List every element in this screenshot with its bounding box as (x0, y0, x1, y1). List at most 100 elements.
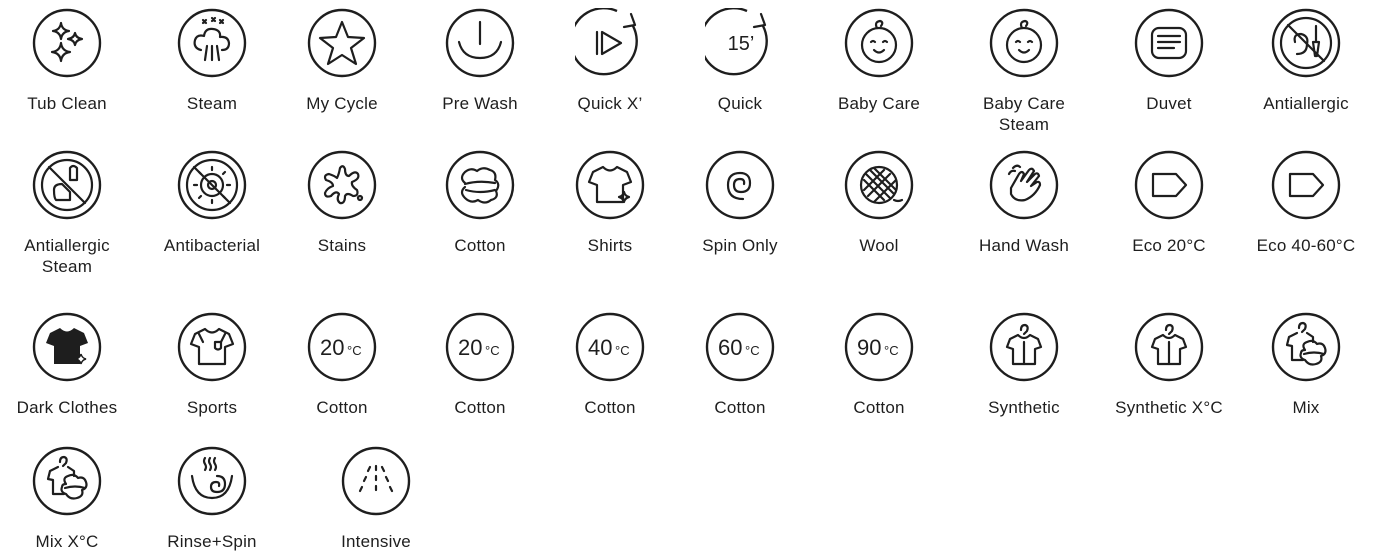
hand-wash-icon (989, 150, 1059, 220)
mix-icon (1271, 312, 1341, 382)
cotton-icon (445, 150, 515, 220)
program-label: My Cycle (306, 94, 378, 113)
program-label: Mix (1292, 398, 1320, 417)
program-label: Antibacterial (163, 236, 261, 255)
program-label: Spin Only (702, 236, 778, 255)
program-label: Tub Clean (27, 94, 107, 113)
cotton-20-icon: 20 °C (445, 312, 515, 382)
spin-only-icon (705, 150, 775, 220)
baby-care-icon (844, 8, 914, 78)
quick-x-icon (575, 8, 638, 76)
program-label: Dark Clothes (16, 398, 118, 417)
program-label: Shirts (587, 236, 633, 255)
svg-text:°C: °C (884, 343, 899, 358)
program-label: Cotton (316, 398, 368, 417)
program-label: Steam (186, 94, 238, 113)
program-baby-care-steam: Baby Care Steam (962, 8, 1086, 135)
program-label: Cotton (454, 398, 506, 417)
program-cotton-20-b: 20 °C Cotton (418, 312, 542, 418)
wash-program-icon-grid: Tub Clean Steam My Cycle Pre Wash Quick … (0, 0, 1379, 560)
program-cotton-20-a: 20 °C Cotton (280, 312, 404, 418)
program-baby-care: Baby Care (817, 8, 941, 114)
baby-care-steam-icon (989, 8, 1059, 78)
program-synthetic-x: Synthetic X°C (1107, 312, 1231, 418)
dark-clothes-icon (32, 312, 102, 382)
program-label: Antiallergic Steam (24, 236, 110, 276)
program-mix: Mix (1244, 312, 1368, 418)
program-steam: Steam (150, 8, 274, 114)
svg-text:20: 20 (320, 335, 344, 360)
steam-icon (177, 8, 247, 78)
program-label: Cotton (454, 236, 506, 255)
program-label: Cotton (853, 398, 905, 417)
program-label: Baby Care (837, 94, 921, 113)
program-label: Pre Wash (442, 94, 518, 113)
program-label: Synthetic (988, 398, 1060, 417)
mix-x-icon (32, 446, 102, 516)
svg-text:15’: 15’ (728, 33, 755, 55)
cotton-90-icon: 90 °C (844, 312, 914, 382)
program-sports: Sports (150, 312, 274, 418)
eco-40-60-icon (1271, 150, 1341, 220)
synthetic-icon (989, 312, 1059, 382)
intensive-icon (341, 446, 411, 516)
eco-20-icon (1134, 150, 1204, 220)
program-label: Hand Wash (979, 236, 1069, 255)
program-quick-x: Quick X’ (548, 8, 672, 114)
program-label: Duvet (1146, 94, 1192, 113)
program-shirts: Shirts (548, 150, 672, 256)
program-dark-clothes: Dark Clothes (5, 312, 129, 418)
synthetic-x-icon (1134, 312, 1204, 382)
duvet-icon (1134, 8, 1204, 78)
shirts-icon (575, 150, 645, 220)
my-cycle-icon (307, 8, 377, 78)
program-label: Cotton (714, 398, 766, 417)
antiallergic-steam-icon (32, 150, 102, 220)
program-my-cycle: My Cycle (280, 8, 404, 114)
program-wool: Wool (817, 150, 941, 256)
program-label: Stains (317, 236, 367, 255)
program-label: Mix X°C (35, 532, 99, 551)
svg-text:°C: °C (485, 343, 500, 358)
program-label: Eco 40-60°C (1256, 236, 1356, 255)
program-label: Rinse+Spin (167, 532, 257, 551)
program-label: Cotton (584, 398, 636, 417)
program-antibacterial: Antibacterial (150, 150, 274, 256)
program-antiallergic: Antiallergic (1244, 8, 1368, 114)
pre-wash-icon (445, 8, 515, 78)
program-antiallergic-steam: Antiallergic Steam (5, 150, 129, 277)
antiallergic-icon (1271, 8, 1341, 78)
program-quick: 15’ Quick (678, 8, 802, 114)
wool-icon (844, 150, 914, 220)
tub-clean-icon (32, 8, 102, 78)
program-stains: Stains (280, 150, 404, 256)
program-tub-clean: Tub Clean (5, 8, 129, 114)
svg-text:40: 40 (588, 335, 612, 360)
quick-15-icon: 15’ (705, 8, 768, 76)
cotton-40-icon: 40 °C (575, 312, 645, 382)
program-cotton: Cotton (418, 150, 542, 256)
program-label: Quick (717, 94, 763, 113)
program-eco-20: Eco 20°C (1107, 150, 1231, 256)
program-intensive: Intensive (314, 446, 438, 552)
program-label: Wool (859, 236, 899, 255)
program-duvet: Duvet (1107, 8, 1231, 114)
program-cotton-90: 90 °C Cotton (817, 312, 941, 418)
rinse-spin-icon (177, 446, 247, 516)
svg-text:°C: °C (347, 343, 362, 358)
svg-text:°C: °C (615, 343, 630, 358)
program-synthetic: Synthetic (962, 312, 1086, 418)
program-hand-wash: Hand Wash (962, 150, 1086, 256)
antibacterial-icon (177, 150, 247, 220)
program-label: Baby Care Steam (982, 94, 1066, 134)
sports-icon (177, 312, 247, 382)
program-label: Antiallergic (1263, 94, 1349, 113)
svg-text:90: 90 (857, 335, 881, 360)
program-label: Intensive (341, 532, 411, 551)
program-label: Sports (186, 398, 238, 417)
program-mix-x: Mix X°C (5, 446, 129, 552)
program-label: Synthetic X°C (1115, 398, 1223, 417)
program-label: Eco 20°C (1132, 236, 1206, 255)
stains-icon (307, 150, 377, 220)
program-label: Quick X’ (577, 94, 643, 113)
